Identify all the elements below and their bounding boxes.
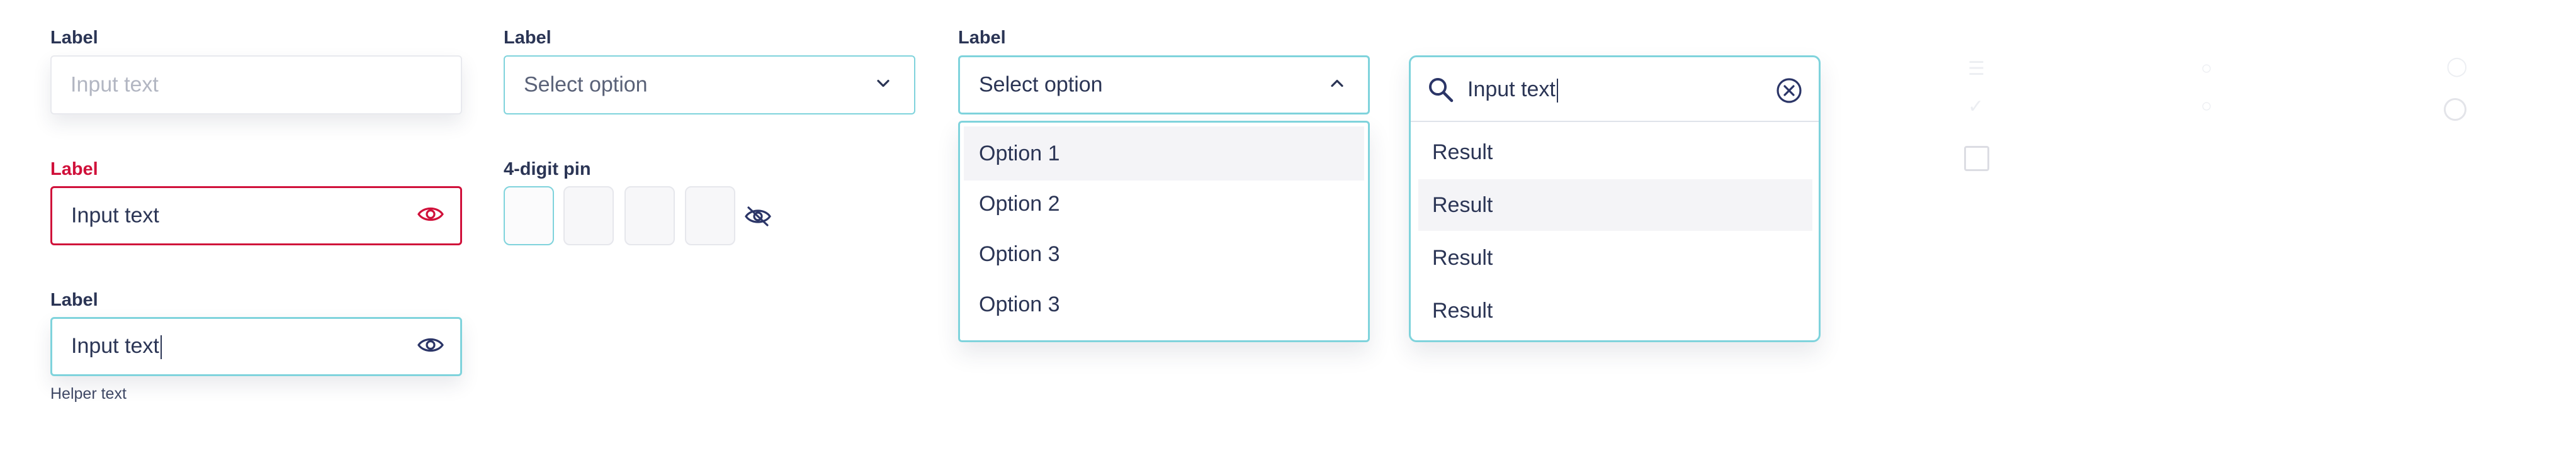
- checkbox[interactable]: [1964, 146, 1989, 171]
- select-dropdown-menu: Option 1 Option 2 Option 3 Option 3: [958, 121, 1370, 342]
- pin-digit-3[interactable]: [624, 186, 675, 245]
- radio-button[interactable]: [2444, 98, 2466, 121]
- dropdown-option[interactable]: Option 3: [964, 277, 1364, 331]
- default-text-input[interactable]: Input text: [50, 55, 462, 114]
- clear-icon[interactable]: [1776, 77, 1802, 107]
- helper-text: Helper text: [50, 385, 127, 403]
- search-result[interactable]: Result: [1418, 232, 1812, 284]
- text-caret: [1556, 79, 1558, 103]
- select-closed[interactable]: Select option: [504, 55, 915, 114]
- search-result[interactable]: Result: [1418, 179, 1812, 231]
- select-label: Label: [504, 28, 551, 48]
- search-input[interactable]: Input text: [1467, 77, 1558, 103]
- eye-icon[interactable]: [417, 205, 444, 227]
- default-input-label: Label: [50, 28, 98, 48]
- eye-off-icon[interactable]: [745, 206, 771, 230]
- chevron-up-icon: [1330, 79, 1344, 91]
- search-input-value: Input text: [1467, 77, 1556, 101]
- search-combobox: Input text Result Result Result Result: [1409, 55, 1821, 342]
- pin-label: 4-digit pin: [504, 159, 591, 179]
- default-input-placeholder: Input text: [71, 72, 159, 97]
- search-icon: [1427, 76, 1455, 107]
- search-divider: [1411, 121, 1819, 122]
- chevron-down-icon: [876, 79, 890, 91]
- pin-digit-2[interactable]: [563, 186, 614, 245]
- eye-icon[interactable]: [417, 336, 444, 358]
- open-select-value: Select option: [979, 72, 1103, 97]
- search-result[interactable]: Result: [1418, 285, 1812, 337]
- check-icon: ✓: [1968, 96, 1984, 117]
- focused-input-value: Input text: [71, 333, 159, 358]
- text-caret: [160, 335, 162, 360]
- pin-digit-1[interactable]: [504, 186, 554, 245]
- focused-password-input[interactable]: Input text: [50, 317, 462, 376]
- drag-handle-icon: ☰: [1968, 58, 1985, 79]
- dropdown-option[interactable]: Option 2: [964, 177, 1364, 231]
- error-password-input[interactable]: Input text: [50, 186, 462, 245]
- open-select-label: Label: [958, 28, 1006, 48]
- search-result[interactable]: Result: [1418, 126, 1812, 178]
- dropdown-option[interactable]: Option 3: [964, 227, 1364, 281]
- dropdown-option[interactable]: Option 1: [964, 126, 1364, 181]
- focused-input-label: Label: [50, 290, 98, 310]
- select-placeholder: Select option: [524, 72, 648, 97]
- error-input-value: Input text: [71, 203, 159, 228]
- toggle-icon: ◯: [2446, 56, 2468, 77]
- error-input-label: Label: [50, 159, 98, 179]
- select-open[interactable]: Select option: [958, 55, 1370, 114]
- radio-icon: ○: [2201, 96, 2213, 116]
- radio-icon: ○: [2201, 58, 2213, 79]
- pin-digit-4[interactable]: [685, 186, 735, 245]
